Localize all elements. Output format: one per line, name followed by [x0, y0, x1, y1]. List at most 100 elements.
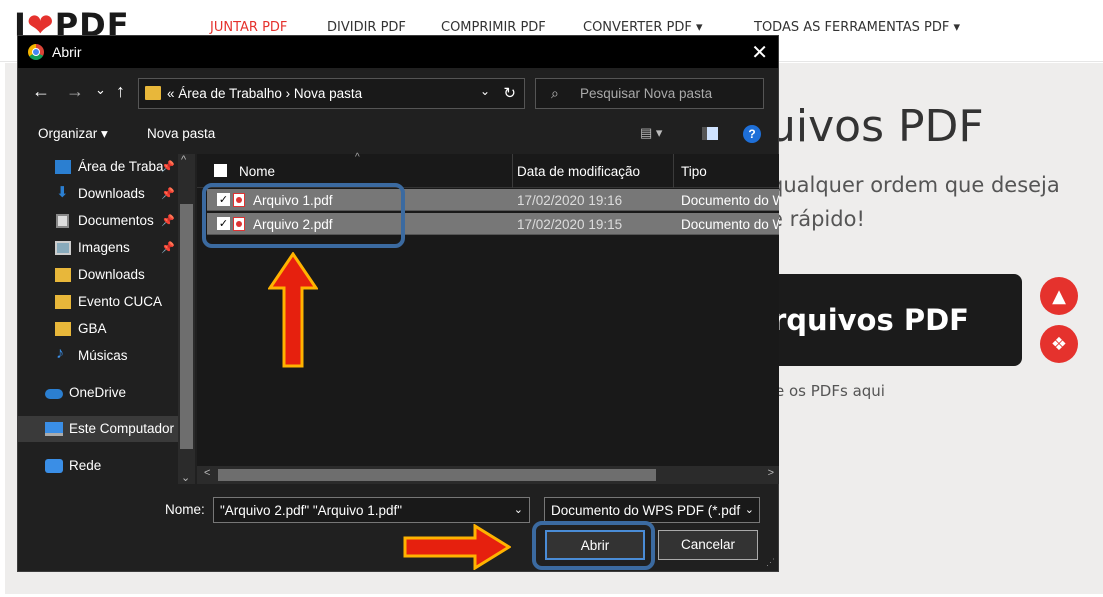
cancel-button[interactable]: Cancelar: [658, 530, 758, 560]
column-name[interactable]: Nome: [239, 164, 275, 179]
close-icon[interactable]: ✕: [751, 40, 768, 65]
chevron-down-icon[interactable]: ⌄: [480, 84, 490, 98]
nav-juntar-pdf[interactable]: JUNTAR PDF: [210, 20, 287, 35]
address-bar[interactable]: « Área de Trabalho › Nova pasta ⌄ ↻: [138, 78, 525, 109]
sidebar-item-desktop[interactable]: Área de Traba 📌: [18, 154, 178, 180]
address-path[interactable]: « Área de Trabalho › Nova pasta: [167, 86, 362, 101]
new-folder-button[interactable]: Nova pasta: [147, 126, 215, 141]
sidebar-item-label: Imagens: [78, 240, 130, 255]
back-arrow-icon[interactable]: ←: [32, 81, 50, 102]
network-icon: [45, 459, 63, 473]
pin-icon: 📌: [161, 242, 175, 254]
pin-icon: 📌: [161, 188, 175, 200]
sidebar-item-label: Evento CUCA: [78, 294, 163, 309]
hero-subtitle-line-1: qualquer ordem que deseja: [770, 173, 1060, 197]
file-date: 17/02/2020 19:15: [517, 217, 623, 232]
help-icon[interactable]: ?: [743, 125, 761, 143]
red-right-arrow-icon: [403, 524, 511, 570]
sidebar-item-documents[interactable]: Documentos 📌: [18, 208, 178, 234]
hero-title: uivos PDF: [768, 101, 984, 152]
sidebar-item-music[interactable]: ♪ Músicas: [18, 343, 178, 369]
open-file-dialog: Abrir ✕ ← → ⌄ ↑ « Área de Trabalho › Nov…: [17, 35, 779, 572]
refresh-icon[interactable]: ↻: [503, 84, 516, 102]
google-drive-icon[interactable]: ▲: [1040, 277, 1078, 315]
sort-ascending-icon: ^: [355, 152, 360, 163]
column-date-modified[interactable]: Data de modificação: [517, 164, 640, 179]
sidebar-item-label: GBA: [78, 321, 107, 336]
resize-grip-icon[interactable]: ⋰: [766, 557, 775, 568]
search-box[interactable]: ⌕ Pesquisar Nova pasta: [535, 78, 764, 109]
view-options-icon[interactable]: ▤ ▾: [640, 125, 662, 141]
folder-icon: [145, 86, 161, 100]
hero-subtitle: qualquer ordem que deseja e rápido!: [770, 168, 1060, 236]
file-type: Documento do WPS PDF: [681, 217, 779, 232]
sidebar-item-label: OneDrive: [69, 385, 127, 400]
pin-icon: 📌: [161, 161, 175, 173]
nav-comprimir-pdf[interactable]: COMPRIMIR PDF: [441, 20, 546, 35]
scrollbar-thumb[interactable]: [180, 204, 193, 449]
sidebar-item-gba[interactable]: GBA: [18, 316, 178, 342]
red-up-arrow-icon: [268, 252, 318, 368]
scroll-left-icon[interactable]: <: [204, 467, 210, 479]
scroll-right-icon[interactable]: >: [768, 467, 774, 479]
recent-locations-icon[interactable]: ⌄: [95, 82, 106, 98]
sidebar-item-pictures[interactable]: Imagens 📌: [18, 235, 178, 261]
navigation-row: ← → ⌄ ↑ « Área de Trabalho › Nova pasta …: [18, 76, 778, 109]
sidebar-item-onedrive[interactable]: OneDrive: [18, 380, 178, 406]
open-button-highlight-box: [532, 521, 655, 570]
desktop-icon: [55, 160, 71, 174]
filename-input[interactable]: "Arquivo 2.pdf" "Arquivo 1.pdf" ⌄: [213, 497, 530, 523]
documents-icon: [56, 214, 69, 228]
organize-menu[interactable]: Organizar ▾: [38, 126, 108, 142]
nav-dividir-pdf[interactable]: DIVIDIR PDF: [327, 20, 406, 35]
filetype-select[interactable]: Documento do WPS PDF (*.pdf ⌄: [544, 497, 760, 523]
sidebar-item-evento-cuca[interactable]: Evento CUCA: [18, 289, 178, 315]
chevron-down-icon[interactable]: ⌄: [514, 503, 523, 516]
sidebar-item-label: Downloads: [78, 186, 145, 201]
sidebar-item-label: Músicas: [78, 348, 128, 363]
chevron-down-icon[interactable]: ⌄: [745, 503, 754, 516]
scroll-up-icon[interactable]: ^: [181, 154, 186, 166]
column-type[interactable]: Tipo: [681, 164, 707, 179]
scroll-down-icon[interactable]: ⌄: [181, 471, 190, 484]
preview-pane-icon[interactable]: [702, 127, 718, 140]
sidebar-item-label: Documentos: [78, 213, 154, 228]
sidebar-item-this-pc[interactable]: Este Computador: [18, 416, 178, 442]
select-all-checkbox[interactable]: [214, 164, 227, 177]
folder-icon: [55, 295, 71, 309]
cloud-icon: [45, 389, 63, 399]
sidebar-item-downloads[interactable]: Downloads: [18, 262, 178, 288]
sidebar-item-network[interactable]: Rede: [18, 453, 178, 479]
sidebar-item-label: Este Computador: [69, 421, 175, 436]
download-icon: ⬇: [56, 184, 69, 201]
select-pdf-files-label: rquivos PDF: [772, 303, 969, 337]
dropbox-icon[interactable]: ❖: [1040, 325, 1078, 363]
sidebar-item-label: Área de Traba: [78, 159, 164, 174]
navigation-pane: Área de Traba 📌 ⬇ Downloads 📌 Documentos…: [18, 154, 196, 484]
forward-arrow-icon[interactable]: →: [66, 81, 84, 102]
search-placeholder[interactable]: Pesquisar Nova pasta: [580, 86, 712, 101]
dialog-toolbar: Organizar ▾ Nova pasta ▤ ▾ ?: [18, 118, 778, 150]
up-arrow-icon[interactable]: ↑: [116, 81, 125, 102]
music-icon: ♪: [56, 345, 64, 362]
filename-value: "Arquivo 2.pdf" "Arquivo 1.pdf": [220, 503, 403, 518]
pictures-icon: [55, 241, 71, 255]
computer-icon: [45, 422, 63, 436]
hero-subtitle-line-2: e rápido!: [770, 207, 865, 231]
nav-converter-pdf[interactable]: CONVERTER PDF ▾: [583, 20, 703, 35]
sidebar-scrollbar[interactable]: ^ ⌄: [178, 154, 195, 484]
column-divider[interactable]: [512, 154, 513, 188]
nav-todas-ferramentas[interactable]: TODAS AS FERRAMENTAS PDF ▾: [754, 20, 960, 35]
dialog-titlebar: Abrir ✕: [18, 36, 778, 68]
column-divider[interactable]: [673, 154, 674, 188]
sidebar-item-downloads-pinned[interactable]: ⬇ Downloads 📌: [18, 181, 178, 207]
sidebar-item-label: Downloads: [78, 267, 145, 282]
file-list-scrollbar[interactable]: < >: [197, 466, 779, 484]
scrollbar-thumb[interactable]: [218, 469, 656, 481]
file-date: 17/02/2020 19:16: [517, 193, 623, 208]
file-type: Documento do WPS PDF: [681, 193, 779, 208]
filetype-value: Documento do WPS PDF (*.pdf: [551, 503, 741, 518]
files-highlight-box: [202, 183, 405, 248]
search-icon: ⌕: [551, 85, 559, 101]
drop-hint: e os PDFs aqui: [775, 382, 885, 400]
